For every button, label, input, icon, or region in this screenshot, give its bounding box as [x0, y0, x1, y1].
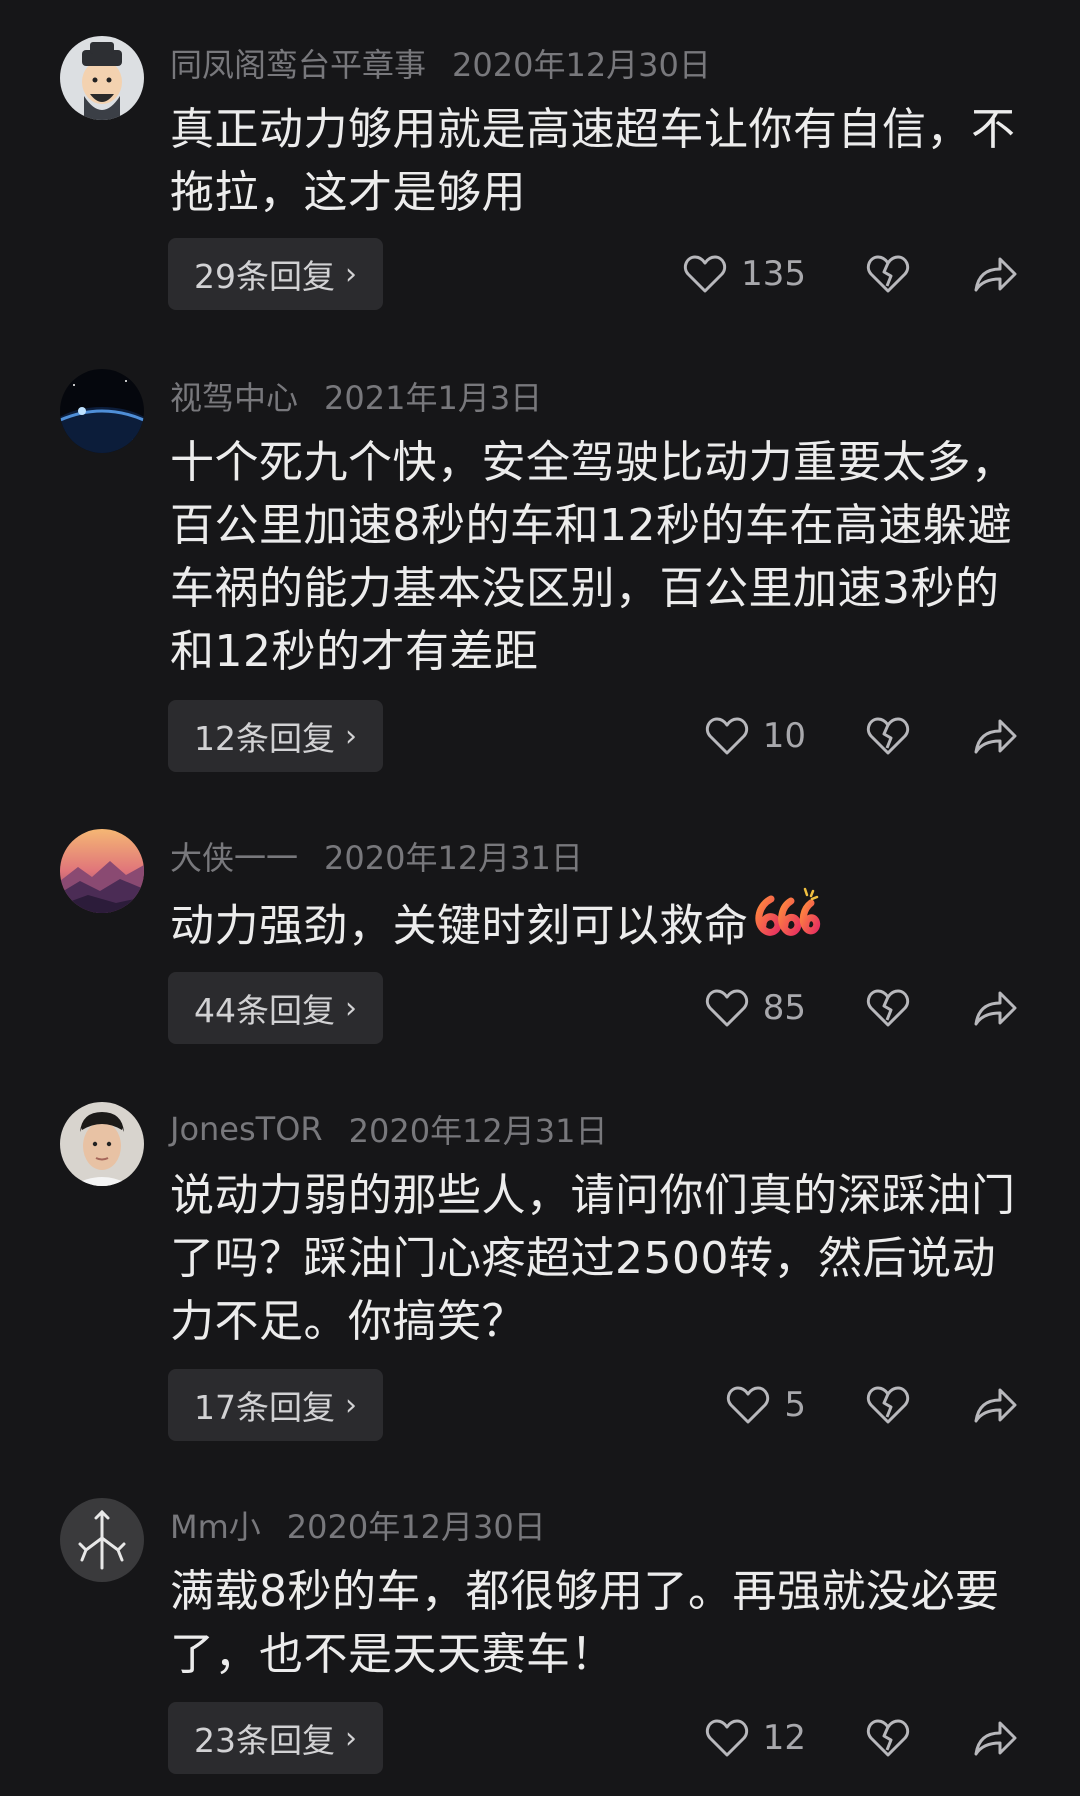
chevron-right-icon: ›	[345, 1720, 357, 1756]
broken-heart-icon[interactable]	[866, 988, 910, 1028]
like-count: 5	[784, 1385, 806, 1425]
comment-date: 2020年12月30日	[452, 46, 711, 84]
reply-count: 12条回复	[194, 719, 335, 758]
comment-actions: 12	[620, 1702, 1080, 1774]
reply-count: 29条回复	[194, 257, 335, 296]
chevron-right-icon: ›	[345, 1387, 357, 1423]
heart-icon	[705, 1718, 749, 1758]
username[interactable]: 同凤阁鸾台平章事	[170, 40, 426, 86]
view-replies-button[interactable]: 12条回复 ›	[168, 700, 383, 772]
comment-text: 满载8秒的车，都很够用了。再强就没必要了，也不是天天赛车！	[170, 1566, 1000, 1680]
chevron-right-icon: ›	[345, 718, 357, 754]
like-button[interactable]: 135	[683, 254, 806, 294]
avatar[interactable]	[60, 369, 144, 453]
comment-meta: Mm小 2020年12月30日	[170, 1498, 546, 1552]
cartoon-scholar-avatar-icon	[60, 36, 144, 120]
like-count: 135	[741, 254, 806, 294]
view-replies-button[interactable]: 29条回复 ›	[168, 238, 383, 310]
comment-text-row: 动力强劲，关键时刻可以救命	[170, 887, 1030, 966]
comment-text: 动力强劲，关键时刻可以救命	[170, 900, 749, 952]
666-emoji-icon	[751, 887, 821, 962]
comment-actions: 10	[620, 700, 1080, 772]
username[interactable]: Mm小	[170, 1502, 261, 1548]
heart-icon	[683, 254, 727, 294]
comment-date: 2020年12月31日	[348, 1112, 608, 1150]
share-icon[interactable]	[972, 254, 1018, 294]
username[interactable]: JonesTOR	[170, 1110, 323, 1148]
share-icon[interactable]	[972, 1385, 1018, 1425]
view-replies-button[interactable]: 44条回复 ›	[168, 972, 383, 1044]
reply-count: 23条回复	[194, 1721, 335, 1760]
share-icon[interactable]	[972, 1718, 1018, 1758]
comment-actions: 85	[620, 972, 1080, 1044]
avatar[interactable]	[60, 36, 144, 120]
chevron-right-icon: ›	[345, 256, 357, 292]
chevron-right-icon: ›	[345, 990, 357, 1026]
earth-space-avatar-icon	[60, 369, 144, 453]
heart-icon	[705, 716, 749, 756]
like-button[interactable]: 12	[705, 1718, 806, 1758]
comment-text: 十个死九个快，安全驾驶比动力重要太多，百公里加速8秒的车和12秒的车在高速躲避车…	[170, 437, 1016, 677]
like-count: 85	[762, 988, 806, 1028]
comment-actions: 5	[620, 1369, 1080, 1441]
share-icon[interactable]	[972, 716, 1018, 756]
like-count: 10	[762, 716, 806, 756]
broken-heart-icon[interactable]	[866, 1385, 910, 1425]
comment-actions: 135	[620, 238, 1080, 310]
heart-icon	[705, 988, 749, 1028]
share-icon[interactable]	[972, 988, 1018, 1028]
broken-heart-icon[interactable]	[866, 716, 910, 756]
comment-meta: JonesTOR 2020年12月31日	[170, 1102, 608, 1156]
comment-text: 真正动力够用就是高速超车让你有自信，不拖拉，这才是够用	[170, 104, 1016, 218]
username[interactable]: 视驾中心	[170, 373, 298, 419]
comment-meta: 同凤阁鸾台平章事 2020年12月30日	[170, 36, 711, 90]
avatar[interactable]	[60, 1102, 144, 1186]
comment-meta: 视驾中心 2021年1月3日	[170, 369, 542, 423]
reply-count: 44条回复	[194, 991, 335, 1030]
avatar[interactable]	[60, 829, 144, 913]
like-button[interactable]: 85	[705, 988, 806, 1028]
like-count: 12	[762, 1718, 806, 1758]
comment-date: 2020年12月31日	[324, 839, 583, 877]
comment-meta: 大侠一一 2020年12月31日	[170, 829, 583, 883]
broken-heart-icon[interactable]	[866, 1718, 910, 1758]
comment-text: 说动力弱的那些人，请问你们真的深踩油门了吗？踩油门心疼超过2500转，然后说动力…	[170, 1170, 1016, 1347]
tree-symbol-avatar-icon	[60, 1498, 144, 1582]
view-replies-button[interactable]: 17条回复 ›	[168, 1369, 383, 1441]
man-portrait-avatar-icon	[60, 1102, 144, 1186]
view-replies-button[interactable]: 23条回复 ›	[168, 1702, 383, 1774]
comment-date: 2021年1月3日	[324, 379, 543, 417]
avatar[interactable]	[60, 1498, 144, 1582]
reply-count: 17条回复	[194, 1388, 335, 1427]
heart-icon	[726, 1385, 770, 1425]
comment-date: 2020年12月30日	[286, 1508, 546, 1546]
broken-heart-icon[interactable]	[866, 254, 910, 294]
like-button[interactable]: 10	[705, 716, 806, 756]
like-button[interactable]: 5	[726, 1385, 806, 1425]
sunset-mountain-avatar-icon	[60, 829, 144, 913]
username[interactable]: 大侠一一	[170, 833, 298, 879]
